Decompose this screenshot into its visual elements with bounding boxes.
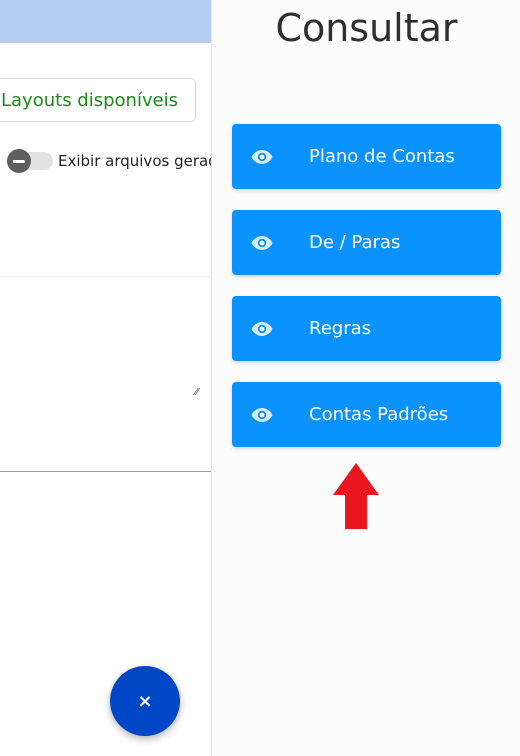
eye-icon [251,150,273,164]
toggle-label: Exibir arquivos gerad [58,152,212,170]
regras-button[interactable]: Regras [232,296,501,361]
show-generated-files-toggle-row[interactable]: Exibir arquivos gerad [7,147,212,175]
top-bar [0,0,212,43]
text-area[interactable] [0,276,212,472]
layouts-available-label: Layouts disponíveis [1,89,179,111]
menu-item-label: De / Paras [309,232,401,253]
menu-item-label: Contas Padrões [309,404,449,425]
de-paras-button[interactable]: De / Paras [232,210,501,275]
eye-icon [251,236,273,250]
contas-padroes-button[interactable]: Contas Padrões [232,382,501,447]
eye-icon [251,408,273,422]
show-generated-files-toggle[interactable] [7,149,53,173]
menu-item-label: Plano de Contas [309,146,455,167]
annotation-arrow-icon [333,463,379,529]
menu-item-label: Regras [309,318,372,339]
eye-icon [251,322,273,336]
drawer-title: Consultar [275,6,458,50]
close-fab-button[interactable]: × [110,666,180,736]
consult-drawer: Consultar Plano de Contas De / Paras Reg… [211,0,520,756]
close-icon: × [137,690,153,712]
resize-handle-icon[interactable]: ⁄⁄ [195,388,205,398]
toggle-knob[interactable] [7,149,31,173]
layouts-available-button[interactable]: Layouts disponíveis [0,78,196,122]
plano-de-contas-button[interactable]: Plano de Contas [232,124,501,189]
